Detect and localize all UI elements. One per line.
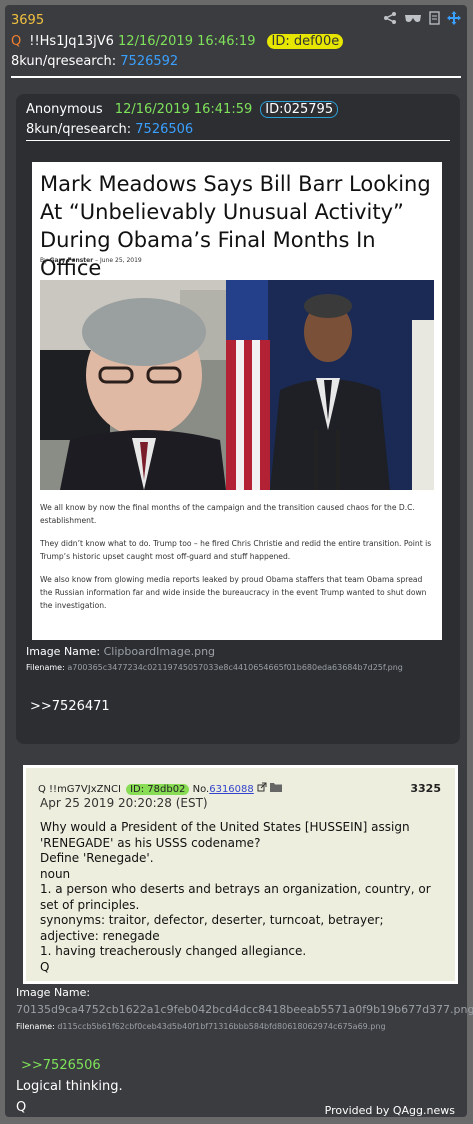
article-title: Mark Meadows Says Bill Barr Looking At “… <box>40 172 431 280</box>
board-label: 8kun/qresearch: <box>11 54 117 69</box>
screenshot-body: Why would a President of the United Stat… <box>40 820 445 975</box>
article-image[interactable]: Mark Meadows Says Bill Barr Looking At “… <box>32 162 442 640</box>
poster-id-badge[interactable]: ID: def00e <box>267 34 344 49</box>
quoted-source: 8kun/qresearch: 7526506 <box>26 122 193 137</box>
glasses-icon[interactable] <box>404 12 422 28</box>
article-paragraph: We also know from glowing media reports … <box>40 575 427 610</box>
article-byline: By Gary Fenster – June 25, 2019 <box>40 257 142 264</box>
screenshot-line: 1. having treacherously changed allegian… <box>40 944 307 958</box>
quoted-reply-link[interactable]: >>7526471 <box>30 699 110 714</box>
screenshot-line: Define 'Renegade'. <box>40 851 154 865</box>
post-source: 8kun/qresearch: 7526592 <box>11 54 178 69</box>
screenshot-line: adjective: renegade <box>40 928 160 943</box>
quoted-post-link[interactable]: 7526506 <box>135 122 193 137</box>
tripcode: !!Hs1Jq13jV6 <box>29 34 114 49</box>
screenshot-number: 3325 <box>410 782 441 795</box>
screenshot-line: Why would a President of the United Stat… <box>40 820 410 850</box>
quoted-datetime: 12/16/2019 16:41:59 <box>114 102 253 117</box>
post-signature: Q <box>16 1100 27 1115</box>
quoted-divider <box>26 140 450 141</box>
bottom-filename-row: Filename: d115ccb5b61f62cbf0ceb43d5b40f1… <box>16 1022 386 1031</box>
move-icon[interactable] <box>447 11 461 29</box>
divider <box>11 76 461 78</box>
image-name-value: ClipboardImage.png <box>103 645 216 658</box>
quoted-id-badge[interactable]: ID:025795 <box>260 101 339 118</box>
quoted-meta: Anonymous 12/16/2019 16:41:59 ID:025795 <box>26 101 339 118</box>
bottom-image-name-label: Image Name: <box>16 986 91 999</box>
article-paragraph: We all know by now the final months of t… <box>40 503 415 525</box>
filename-row: Filename: a700365c3477234c02119745057033… <box>26 663 403 672</box>
image-name-row: Image Name: ClipboardImage.png <box>26 645 216 658</box>
screenshot-date: Apr 25 2019 20:20:28 (EST) <box>40 796 208 810</box>
post-meta: Q !!Hs1Jq13jV6 12/16/2019 16:46:19 ID: def… <box>11 34 344 49</box>
share-icon[interactable] <box>383 11 397 29</box>
q-mark: Q <box>11 34 22 49</box>
post-toolbar <box>383 11 461 29</box>
article-body: We all know by now the final months of t… <box>40 501 434 622</box>
article-paragraph: They didn’t know what to do. Trump too –… <box>40 539 432 561</box>
screenshot-line: noun <box>40 866 71 881</box>
quoted-post: Anonymous 12/16/2019 16:41:59 ID:025795 8… <box>16 94 460 744</box>
bottom-filename-value: d115ccb5b61f62cbf0ceb43d5b40f1bf71316bbb… <box>57 1022 386 1031</box>
article-photo <box>40 280 434 490</box>
embedded-screenshot[interactable]: Q !!mG7VJxZNCI ID: 78db02 No.6316088 332… <box>23 765 458 984</box>
bottom-image-name-value: 70135d9ca4752cb1622a1c9feb042bcd4dcc8418… <box>16 1003 473 1016</box>
screenshot-line: synonyms: traitor, defector, deserter, t… <box>40 913 384 927</box>
filename-value: a700365c3477234c02119745057033e8c4410654… <box>67 663 403 672</box>
provided-by-credit: Provided by QAgg.news <box>324 1104 455 1117</box>
post-datetime: 12/16/2019 16:46:19 <box>118 34 256 49</box>
screenshot-line: 1. a person who deserts and betrays an o… <box>40 882 431 912</box>
quoted-author: Anonymous <box>26 102 103 117</box>
screenshot-header: Q !!mG7VJxZNCI ID: 78db02 No.6316088 <box>38 782 283 795</box>
screenshot-id-badge: ID: 78db02 <box>126 784 190 795</box>
folder-icon <box>270 783 283 795</box>
post-text-line: Logical thinking. <box>16 1079 123 1094</box>
post-card: 3695 Q !!Hs1Jq13jV6 12/16/2019 16:46:19 ID… <box>5 5 473 1117</box>
screenshot-line: Q <box>40 959 50 974</box>
bottom-reply-link[interactable]: >>7526506 <box>21 1058 101 1073</box>
screenshot-post-link: 6316088 <box>209 784 254 795</box>
quoted-board-label: 8kun/qresearch: <box>26 122 132 137</box>
external-link-icon <box>257 782 270 795</box>
post-link[interactable]: 7526592 <box>120 54 178 69</box>
document-icon[interactable] <box>429 11 440 29</box>
post-number: 3695 <box>11 13 45 28</box>
